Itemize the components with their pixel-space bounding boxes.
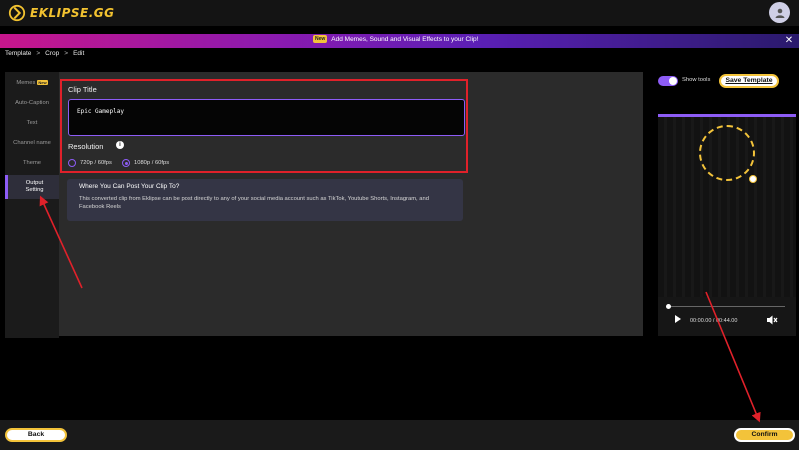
post-destinations-card: Where You Can Post Your Clip To? This co… [67, 179, 463, 221]
breadcrumb: Template > Crop > Edit [5, 50, 84, 57]
footer-bar [0, 420, 799, 450]
resolution-label: Resolution [68, 142, 104, 151]
info-card-body: This converted clip from Eklipse can be … [79, 196, 429, 210]
editor-sidebar: Memes New Auto-Caption Text Channel name … [5, 72, 61, 338]
play-icon[interactable] [675, 315, 681, 323]
breadcrumb-template[interactable]: Template [5, 50, 31, 57]
show-tools-toggle[interactable] [658, 76, 678, 86]
resolution-option-label: 720p / 60fps [80, 160, 112, 166]
resize-handle[interactable] [749, 175, 757, 183]
logo[interactable]: EKLIPSE.GG [8, 4, 115, 22]
clip-title-label: Clip Title [68, 85, 97, 94]
banner-text: Add Memes, Sound and Visual Effects to y… [331, 35, 479, 43]
info-card-title: Where You Can Post Your Clip To? [79, 183, 180, 190]
resolution-option-720p[interactable]: 720p / 60fps [68, 159, 112, 167]
breadcrumb-edit: Edit [73, 50, 85, 57]
close-icon[interactable]: ✕ [783, 35, 795, 47]
video-preview: 00:00.00 / 00:44.00 [658, 114, 796, 336]
output-settings-panel: Clip Title Epic Gameplay Resolution i 72… [59, 72, 643, 336]
breadcrumb-separator: > [64, 50, 69, 57]
back-button[interactable]: Back [5, 428, 67, 442]
facecam-circle-overlay[interactable] [699, 125, 755, 181]
sidebar-item-label: Theme [22, 160, 42, 166]
show-tools-label: Show tools [682, 77, 711, 83]
timeline-knob[interactable] [666, 304, 671, 309]
sidebar-item-output-setting[interactable]: Output Setting [5, 175, 61, 199]
breadcrumb-separator: > [36, 50, 41, 57]
clip-title-input[interactable]: Epic Gameplay [68, 99, 465, 136]
video-frame[interactable] [658, 117, 796, 297]
time-readout: 00:00.00 / 00:44.00 [690, 318, 738, 324]
timeline-track[interactable] [668, 306, 785, 307]
sidebar-item-label: Text [26, 120, 38, 126]
info-icon[interactable]: i [116, 141, 124, 149]
sidebar-item-channel-name[interactable]: Channel name [5, 140, 59, 146]
mute-icon[interactable] [766, 314, 778, 326]
sidebar-item-memes[interactable]: Memes New [5, 80, 59, 86]
new-badge: New [37, 80, 48, 85]
sidebar-item-theme[interactable]: Theme [5, 160, 59, 166]
resolution-option-label: 1080p / 60fps [134, 160, 170, 166]
preview-panel: Show tools Save Template 00:00.00 / 00:4… [655, 72, 797, 336]
sidebar-item-auto-caption[interactable]: Auto-Caption [5, 100, 59, 106]
logo-text: EKLIPSE.GG [30, 6, 115, 20]
sidebar-item-label: Auto-Caption [15, 100, 49, 106]
breadcrumb-crop[interactable]: Crop [45, 50, 59, 57]
radio-button-selected[interactable] [122, 159, 130, 167]
top-bar: EKLIPSE.GG [0, 0, 799, 26]
sidebar-item-label: Channel name [13, 140, 51, 146]
sidebar-item-text[interactable]: Text [5, 120, 59, 126]
radio-button[interactable] [68, 159, 76, 167]
user-icon [775, 8, 784, 18]
new-badge: New [313, 35, 328, 43]
output-settings-box: Clip Title Epic Gameplay Resolution i 72… [60, 79, 468, 173]
save-template-button[interactable]: Save Template [719, 74, 779, 88]
sidebar-item-label: Memes [16, 80, 36, 87]
sidebar-item-label: Output Setting [25, 180, 44, 193]
confirm-button[interactable]: Confirm [734, 428, 795, 442]
promo-banner[interactable]: New Add Memes, Sound and Visual Effects … [0, 34, 799, 48]
eklipse-logo-icon [8, 4, 26, 22]
resolution-option-1080p[interactable]: 1080p / 60fps [122, 159, 169, 167]
user-avatar[interactable] [769, 2, 790, 23]
